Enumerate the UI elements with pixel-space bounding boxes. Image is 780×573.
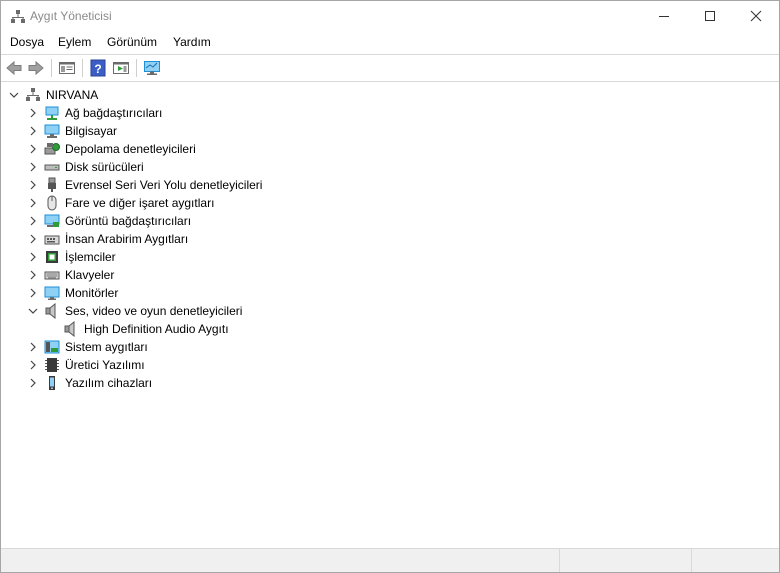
menu-yardim[interactable]: Yardım — [173, 35, 211, 49]
minimize-button[interactable] — [641, 1, 687, 31]
back-icon[interactable] — [5, 59, 23, 77]
computer-icon — [44, 123, 60, 139]
mouse-icon — [44, 195, 60, 211]
tree-item[interactable]: Evrensel Seri Veri Yolu denetleyicileri — [1, 176, 779, 194]
disk-drive-icon — [44, 159, 60, 175]
chevron-down-icon[interactable] — [8, 89, 20, 101]
tree-item[interactable]: Klavyeler — [1, 266, 779, 284]
menu-eylem[interactable]: Eylem — [58, 35, 91, 49]
device-manager-app-icon — [10, 9, 26, 25]
chevron-right-icon[interactable] — [27, 341, 39, 353]
forward-icon[interactable] — [27, 59, 45, 77]
properties-pane-icon[interactable] — [58, 59, 76, 77]
tree-root[interactable]: NIRVANA — [1, 86, 779, 104]
toolbar-separator — [136, 59, 137, 77]
chevron-right-icon[interactable] — [27, 233, 39, 245]
usb-icon — [44, 177, 60, 193]
tree-item[interactable]: Fare ve diğer işaret aygıtları — [1, 194, 779, 212]
chevron-right-icon[interactable] — [27, 125, 39, 137]
firmware-icon — [44, 357, 60, 373]
storage-controller-icon — [44, 141, 60, 157]
system-device-icon — [44, 339, 60, 355]
speaker-icon — [44, 302, 60, 320]
status-pane — [691, 549, 779, 572]
tree-item[interactable]: Yazılım cihazları — [1, 374, 779, 392]
device-tree[interactable]: NIRVANA Ağ bağdaştırıcıları Bilgisayar D… — [1, 83, 779, 547]
computer-root-icon — [25, 87, 41, 103]
menu-dosya[interactable]: Dosya — [10, 35, 44, 49]
tree-item[interactable]: Depolama denetleyicileri — [1, 140, 779, 158]
chevron-right-icon[interactable] — [27, 215, 39, 227]
tree-item-label: Evrensel Seri Veri Yolu denetleyicileri — [65, 178, 263, 192]
chevron-right-icon[interactable] — [27, 161, 39, 173]
tree-item-label: İnsan Arabirim Aygıtları — [65, 232, 189, 246]
tree-item-label: Depolama denetleyicileri — [65, 142, 196, 156]
tree-item[interactable]: Monitörler — [1, 284, 779, 302]
tree-item-label: Görüntü bağdaştırıcıları — [65, 214, 192, 228]
chevron-right-icon[interactable] — [27, 287, 39, 299]
toolbar: ? — [1, 54, 779, 82]
chevron-right-icon[interactable] — [27, 377, 39, 389]
tree-item-label: Monitörler — [65, 286, 119, 300]
toolbar-separator — [82, 59, 83, 77]
tree-item[interactable]: Bilgisayar — [1, 122, 779, 140]
close-button[interactable] — [733, 1, 779, 31]
maximize-icon — [705, 11, 715, 21]
help-icon[interactable]: ? — [89, 59, 107, 77]
svg-text:?: ? — [94, 62, 101, 76]
tree-item[interactable]: Disk sürücüleri — [1, 158, 779, 176]
tree-item-label: Ses, video ve oyun denetleyicileri — [65, 304, 243, 318]
status-bar — [1, 548, 779, 572]
tree-item[interactable]: İşlemciler — [1, 248, 779, 266]
tree-item-label: Üretici Yazılımı — [65, 358, 145, 372]
display-adapter-icon — [44, 213, 60, 229]
device-manager-window: Aygıt Yöneticisi Dosya Eylem Görünüm Yar… — [0, 0, 780, 573]
menu-bar: Dosya Eylem Görünüm Yardım — [1, 32, 779, 52]
title-bar[interactable]: Aygıt Yöneticisi — [1, 1, 779, 31]
tree-item-label: Klavyeler — [65, 268, 115, 282]
tree-item-label: Ağ bağdaştırıcıları — [65, 106, 163, 120]
chevron-right-icon[interactable] — [27, 269, 39, 281]
chevron-right-icon[interactable] — [27, 197, 39, 209]
minimize-icon — [659, 16, 669, 17]
show-hide-pane-icon[interactable] — [112, 59, 130, 77]
tree-item[interactable]: Görüntü bağdaştırıcıları — [1, 212, 779, 230]
tree-item[interactable]: Üretici Yazılımı — [1, 356, 779, 374]
software-device-icon — [44, 375, 60, 391]
tree-item-expanded[interactable]: Ses, video ve oyun denetleyicileri — [1, 302, 779, 320]
tree-item-label: Fare ve diğer işaret aygıtları — [65, 196, 215, 210]
chevron-down-icon[interactable] — [27, 305, 39, 317]
chevron-right-icon[interactable] — [27, 251, 39, 263]
window-title: Aygıt Yöneticisi — [30, 9, 112, 23]
network-adapter-icon — [44, 105, 60, 121]
tree-item[interactable]: İnsan Arabirim Aygıtları — [1, 230, 779, 248]
toolbar-separator — [51, 59, 52, 77]
processor-icon — [44, 249, 60, 265]
speaker-icon — [63, 320, 79, 338]
chevron-right-icon[interactable] — [27, 107, 39, 119]
menu-gorunum[interactable]: Görünüm — [107, 35, 157, 49]
tree-item[interactable]: Sistem aygıtları — [1, 338, 779, 356]
maximize-button[interactable] — [687, 1, 733, 31]
tree-item-label: İşlemciler — [65, 250, 116, 264]
chevron-right-icon[interactable] — [27, 179, 39, 191]
monitor-icon — [44, 285, 60, 301]
status-pane — [559, 549, 692, 572]
tree-child-label: High Definition Audio Aygıtı — [84, 322, 229, 336]
close-icon — [750, 10, 762, 22]
tree-item[interactable]: Ağ bağdaştırıcıları — [1, 104, 779, 122]
tree-child-item[interactable]: High Definition Audio Aygıtı — [1, 320, 779, 338]
hid-icon — [44, 231, 60, 247]
scan-hardware-icon[interactable] — [143, 59, 161, 77]
keyboard-icon — [44, 267, 60, 283]
root-label: NIRVANA — [46, 88, 99, 102]
tree-item-label: Yazılım cihazları — [65, 376, 153, 390]
tree-item-label: Disk sürücüleri — [65, 160, 144, 174]
chevron-right-icon[interactable] — [27, 143, 39, 155]
chevron-right-icon[interactable] — [27, 359, 39, 371]
tree-item-label: Sistem aygıtları — [65, 340, 148, 354]
tree-item-label: Bilgisayar — [65, 124, 118, 138]
